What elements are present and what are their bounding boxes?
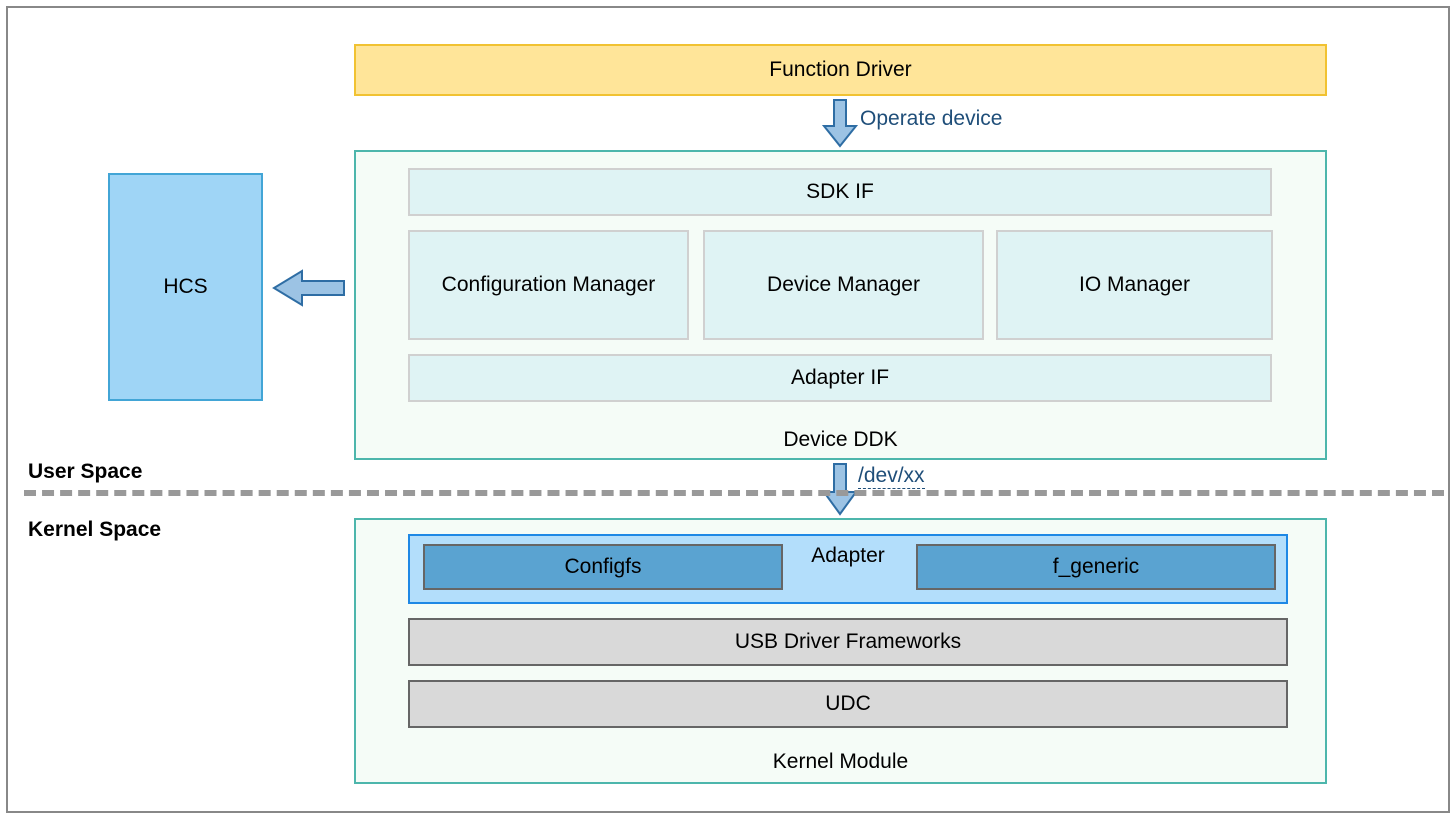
device-manager-box: Device Manager bbox=[703, 230, 984, 340]
device-ddk-label: Device DDK bbox=[356, 428, 1325, 452]
operate-device-label: Operate device bbox=[860, 107, 1002, 131]
arrow-operate-device bbox=[820, 98, 860, 148]
config-manager-label: Configuration Manager bbox=[442, 273, 656, 297]
fgeneric-label: f_generic bbox=[1053, 555, 1139, 579]
hcs-box: HCS bbox=[108, 173, 263, 401]
diagram-frame: Function Driver Operate device HCS Devic… bbox=[6, 6, 1450, 813]
kernel-module-label: Kernel Module bbox=[356, 750, 1325, 774]
io-manager-label: IO Manager bbox=[1079, 273, 1190, 297]
fgeneric-box: f_generic bbox=[916, 544, 1276, 590]
io-manager-box: IO Manager bbox=[996, 230, 1273, 340]
kernel-space-label: Kernel Space bbox=[28, 518, 161, 542]
adapter-if-label: Adapter IF bbox=[791, 366, 889, 390]
device-manager-label: Device Manager bbox=[767, 273, 920, 297]
function-driver-label: Function Driver bbox=[769, 58, 911, 82]
space-divider bbox=[24, 490, 1444, 496]
config-manager-box: Configuration Manager bbox=[408, 230, 689, 340]
sdk-if-box: SDK IF bbox=[408, 168, 1272, 216]
usb-frameworks-label: USB Driver Frameworks bbox=[735, 630, 961, 654]
udc-label: UDC bbox=[825, 692, 871, 716]
adapter-if-box: Adapter IF bbox=[408, 354, 1272, 402]
function-driver-box: Function Driver bbox=[354, 44, 1327, 96]
sdk-if-label: SDK IF bbox=[806, 180, 874, 204]
configfs-box: Configfs bbox=[423, 544, 783, 590]
arrow-hcs bbox=[272, 269, 346, 307]
hcs-label: HCS bbox=[163, 275, 207, 299]
configfs-label: Configfs bbox=[564, 555, 641, 579]
user-space-label: User Space bbox=[28, 460, 142, 484]
usb-frameworks-box: USB Driver Frameworks bbox=[408, 618, 1288, 666]
arrow-dev-xx bbox=[820, 462, 860, 516]
udc-box: UDC bbox=[408, 680, 1288, 728]
dev-xx-label: /dev/xx bbox=[858, 464, 925, 489]
